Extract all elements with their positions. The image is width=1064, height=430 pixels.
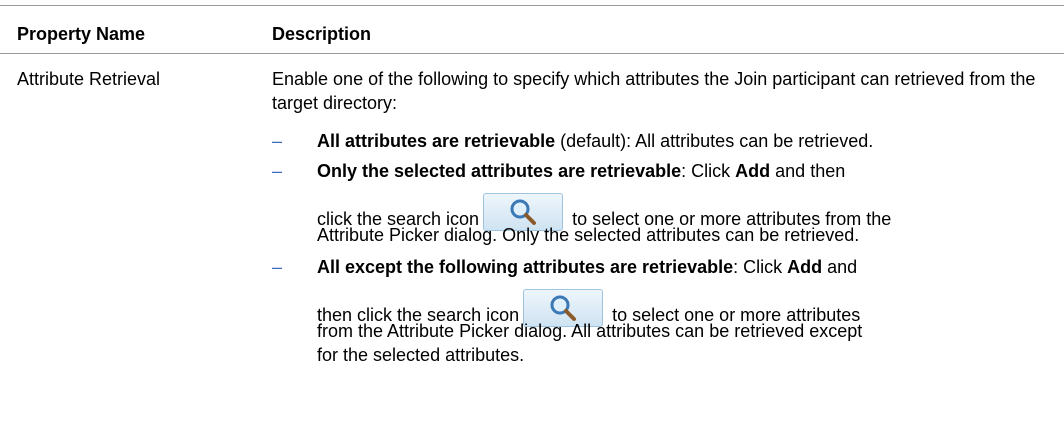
list-item-text: for the selected attributes.: [317, 345, 525, 365]
add-keyword: Add: [735, 161, 771, 181]
list-item-text: All except the following attributes are …: [317, 255, 857, 279]
text-fragment: : Click: [681, 161, 736, 181]
add-keyword: Add: [787, 257, 823, 277]
text-fragment: : Click: [733, 257, 788, 277]
bullet-dash: –: [272, 257, 283, 277]
text-fragment: and: [822, 257, 858, 277]
list-item-text: Only the selected attributes are retriev…: [317, 159, 845, 183]
bullet-dash: –: [272, 161, 283, 181]
description-intro: Enable one of the following to specify w…: [272, 69, 1036, 113]
list-item: – All except the following attributes ar…: [272, 255, 1062, 405]
option-title: Only the selected attributes are retriev…: [317, 161, 682, 181]
text-fragment: and then: [770, 161, 846, 181]
header-rule: [0, 53, 1064, 54]
header-property-name: Property Name: [17, 24, 146, 44]
list-item: – All attributes are retrievable (defaul…: [272, 129, 1062, 153]
list-item-text: Attribute Picker dialog. Only the select…: [317, 225, 860, 245]
header-description: Description: [272, 24, 372, 44]
option-title: All attributes are retrievable: [317, 131, 556, 151]
property-name-cell: Attribute Retrieval: [17, 69, 161, 89]
option-title: All except the following attributes are …: [317, 257, 734, 277]
list-item-text: All attributes are retrievable (default)…: [317, 129, 873, 153]
option-description: (default): All attributes can be retriev…: [555, 131, 874, 151]
table-top-rule: [0, 5, 1064, 6]
bullet-dash: –: [272, 131, 283, 151]
list-item-text: from the Attribute Picker dialog. All at…: [317, 321, 863, 341]
list-item: – Only the selected attributes are retri…: [272, 159, 1062, 269]
